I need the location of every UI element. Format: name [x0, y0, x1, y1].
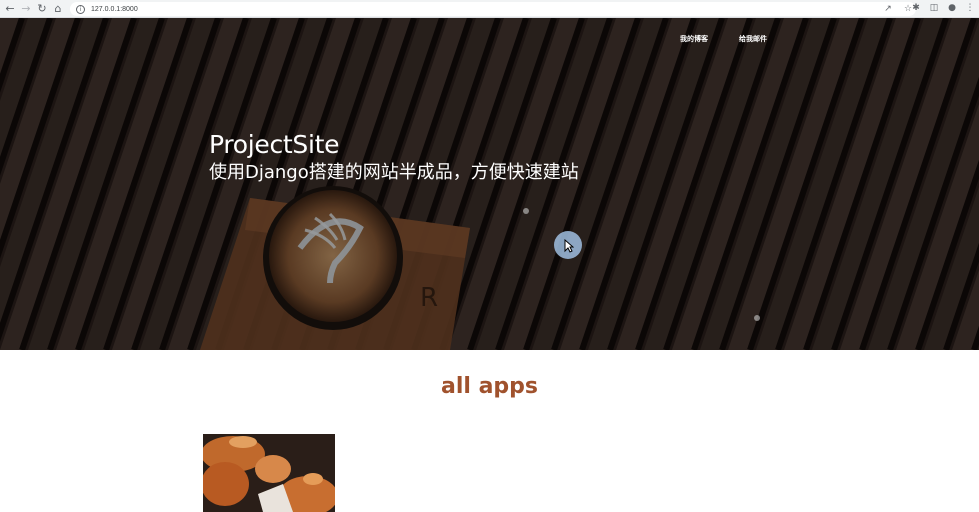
cursor-highlight-icon	[554, 231, 582, 259]
nav-link-email[interactable]: 给我邮件	[739, 34, 767, 44]
extensions-icon[interactable]: ✱	[909, 1, 923, 15]
forward-arrow-icon[interactable]: →	[18, 1, 34, 17]
share-icon[interactable]: ↗	[881, 2, 895, 16]
menu-icon[interactable]: ⋮	[963, 1, 977, 15]
hero-banner: R 我的博客 给我邮件 ProjectSite 使用Django搭建的网站半成品…	[0, 18, 979, 350]
hero-background-image: R	[0, 18, 979, 350]
home-icon[interactable]: ⌂	[50, 1, 66, 17]
url-text: 127.0.0.1:8000	[91, 5, 138, 13]
top-navigation: 我的博客 给我邮件	[680, 34, 767, 44]
section-title: all apps	[440, 374, 539, 399]
app-card-image[interactable]	[203, 434, 335, 512]
back-arrow-icon[interactable]: ←	[2, 1, 18, 17]
hero-title: ProjectSite	[209, 130, 340, 159]
nav-link-blog[interactable]: 我的博客	[680, 34, 708, 44]
fried-chicken-image	[203, 434, 335, 512]
side-panel-icon[interactable]: ◫	[927, 1, 941, 15]
browser-toolbar: ← → ↻ ⌂ i 127.0.0.1:8000 ↗ ☆ ✱ ◫ ● ⋮	[0, 0, 979, 18]
reload-icon[interactable]: ↻	[34, 1, 50, 17]
hero-subtitle: 使用Django搭建的网站半成品，方便快速建站	[209, 162, 579, 183]
site-info-icon[interactable]: i	[76, 4, 85, 14]
address-bar[interactable]: i 127.0.0.1:8000	[70, 2, 916, 16]
profile-icon[interactable]: ●	[945, 1, 959, 15]
